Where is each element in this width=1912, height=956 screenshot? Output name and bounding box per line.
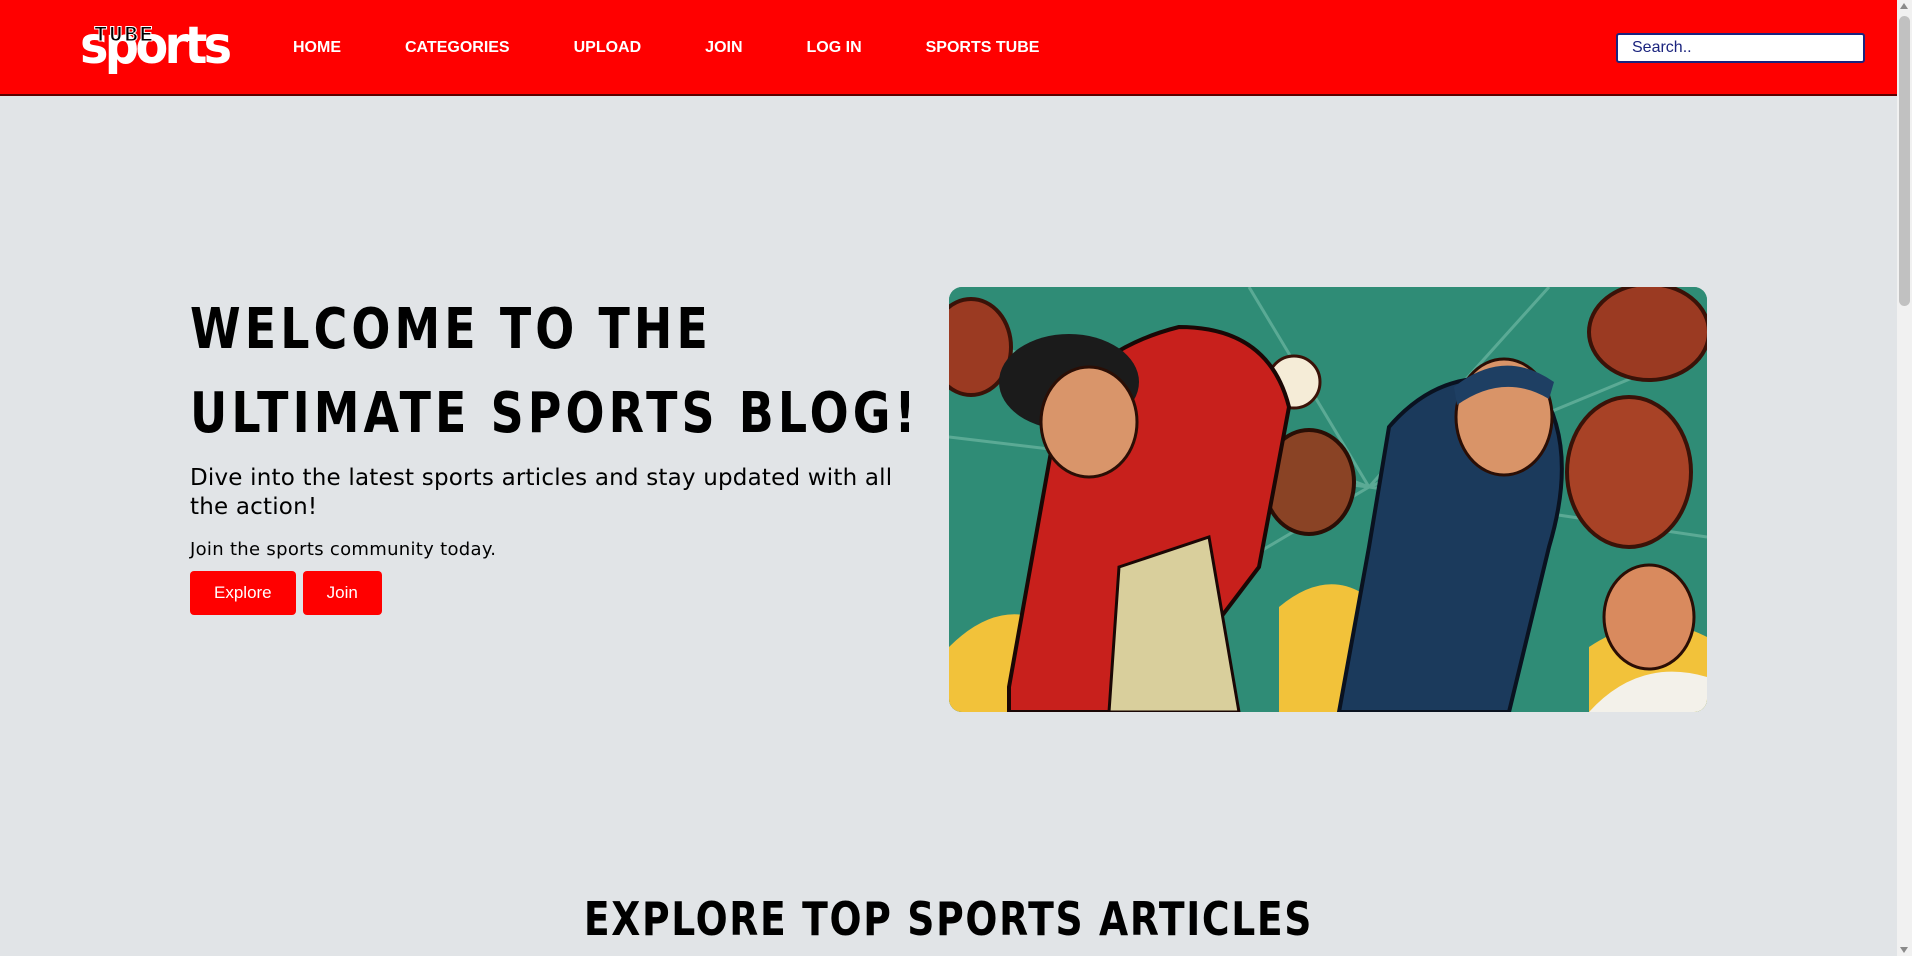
explore-button[interactable]: Explore (190, 571, 296, 615)
sports-players-illustration (949, 287, 1707, 712)
hero-illustration (949, 287, 1707, 712)
arrow-down-icon[interactable] (1900, 947, 1908, 953)
arrow-up-icon[interactable] (1900, 3, 1908, 9)
search-input[interactable] (1616, 33, 1865, 63)
hero-buttons: Explore Join (190, 571, 910, 615)
nav-join[interactable]: JOIN (705, 35, 742, 61)
nav-upload[interactable]: UPLOAD (574, 35, 642, 61)
hero-title: Welcome to the Ultimate Sports Blog! (190, 297, 920, 446)
site-logo[interactable]: sports TUBE (80, 8, 232, 84)
logo-tube-text: TUBE (94, 23, 155, 48)
nav-categories[interactable]: CATEGORIES (405, 35, 510, 61)
hero-section: Welcome to the Ultimate Sports Blog! Div… (190, 288, 915, 615)
join-button[interactable]: Join (302, 571, 382, 615)
navbar: sports TUBE HOME CATEGORIES UPLOAD JOIN … (0, 0, 1897, 96)
section-title: Explore Top Sports Articles (583, 892, 1314, 946)
scrollbar-thumb[interactable] (1899, 16, 1910, 306)
nav-home[interactable]: HOME (293, 35, 341, 61)
nav-sports-tube[interactable]: SPORTS TUBE (926, 35, 1040, 61)
nav-log-in[interactable]: LOG IN (807, 35, 862, 61)
main-nav: HOME CATEGORIES UPLOAD JOIN LOG IN SPORT… (272, 0, 1103, 96)
page-scrollbar[interactable] (1897, 0, 1912, 956)
hero-join-text: Join the sports community today. (190, 539, 497, 560)
hero-subtitle: Dive into the latest sports articles and… (190, 465, 893, 520)
